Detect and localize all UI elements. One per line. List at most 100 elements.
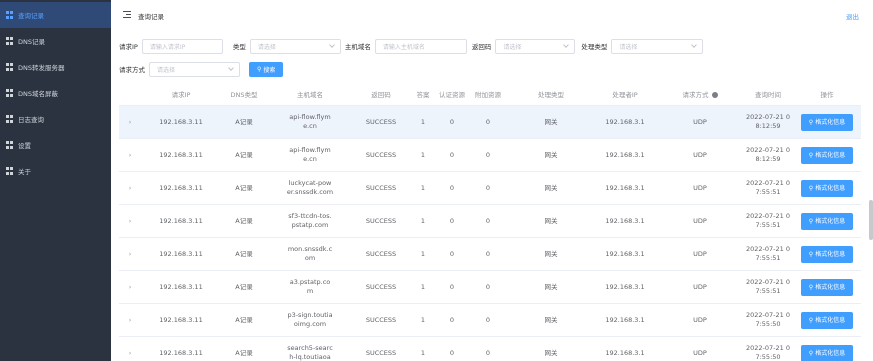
expand-chevron-icon[interactable]: ›	[119, 184, 141, 193]
query-table: 请求IP DNS类型 主机域名 返回码 答案 认证资源 附加资源 处理类型 处理…	[119, 86, 861, 361]
cell-rcode: SUCCESS	[365, 117, 397, 126]
type-select[interactable]: 请选择	[249, 38, 341, 54]
chevron-down-icon	[228, 64, 234, 71]
cell-auth: 0	[449, 315, 455, 324]
cell-time: 2022-07-21 0 8:12:59	[746, 113, 790, 130]
cell-answer: 1	[420, 216, 426, 225]
format-info-button[interactable]: ⚲ 格式化信息	[801, 344, 853, 361]
cell-time: 2022-07-21 0 7:55:51	[746, 212, 790, 229]
cell-proc: 网关	[544, 348, 558, 357]
table-row[interactable]: › 192.168.3.11 A记录 mon.snssdk.c om SUCCESS 1 0 0…	[119, 238, 861, 271]
format-info-button[interactable]: ⚲ 格式化信息	[801, 278, 853, 296]
expand-chevron-icon[interactable]: ›	[119, 283, 141, 292]
cell-host: api-flow.flym e.cn	[289, 146, 331, 163]
page-title: 查询记录	[138, 13, 164, 21]
sidebar-item-dns-records[interactable]: DNS记录	[0, 28, 111, 54]
cell-proc-ip: 192.168.3.1	[605, 348, 645, 357]
sidebar-item-dns-block[interactable]: DNS域名屏蔽	[0, 80, 111, 106]
cell-proc-ip: 192.168.3.1	[605, 117, 645, 126]
host-placeholder: 请输入主机域名	[382, 43, 425, 51]
proc-type-select[interactable]: 请选择	[611, 38, 704, 54]
cell-answer: 1	[420, 150, 426, 159]
table-row[interactable]: › 192.168.3.11 A记录 a3.pstatp.co m SUCCESS 1 0 0 网…	[119, 271, 861, 304]
cell-proc: 网关	[544, 117, 558, 126]
client-ip-placeholder: 请输入请求IP	[149, 43, 186, 51]
cell-proc-ip: 192.168.3.1	[605, 183, 645, 192]
format-info-button[interactable]: ⚲ 格式化信息	[801, 113, 853, 131]
cell-proc-ip: 192.168.3.1	[605, 249, 645, 258]
client-ip-input[interactable]: 请输入请求IP	[141, 38, 223, 54]
search-button[interactable]: ⚲ 搜索	[249, 61, 284, 77]
expand-chevron-icon[interactable]: ›	[119, 217, 141, 226]
rcode-select[interactable]: 请选择	[495, 38, 576, 54]
grid-icon	[6, 141, 14, 149]
menu-fold-icon[interactable]	[123, 11, 131, 18]
cell-auth: 0	[449, 117, 455, 126]
sidebar-item-log-query[interactable]: 日志查询	[0, 106, 111, 132]
cell-proc-ip: 192.168.3.1	[605, 282, 645, 291]
col-header-proc: 处理类型	[538, 91, 564, 99]
logout-link[interactable]: 退出	[846, 11, 859, 21]
cell-rcode: SUCCESS	[365, 282, 397, 291]
format-info-button[interactable]: ⚲ 格式化信息	[801, 212, 853, 230]
cell-type: A记录	[235, 315, 253, 324]
search-icon: ⚲	[808, 118, 814, 126]
type-label: 类型	[232, 43, 246, 51]
proc-type-label: 处理类型	[581, 43, 608, 51]
cell-auth: 0	[449, 183, 455, 192]
expand-chevron-icon[interactable]: ›	[119, 250, 141, 259]
sidebar: 查询记录 DNS记录 DNS转发服务器 DNS域名屏蔽 日志查询 设置 关于	[0, 0, 111, 361]
method-select[interactable]: 请选择	[149, 61, 240, 77]
cell-proc: 网关	[544, 315, 558, 324]
cell-answer: 1	[420, 348, 426, 357]
table-row[interactable]: › 192.168.3.11 A记录 luckycat-pow er.snssdk.co…	[119, 172, 861, 205]
cell-method: UDP	[693, 183, 707, 192]
expand-chevron-icon[interactable]: ›	[119, 349, 141, 358]
table-row[interactable]: › 192.168.3.11 A记录 p3-sign.toutia oimg.com SU…	[119, 304, 861, 337]
format-info-button[interactable]: ⚲ 格式化信息	[801, 146, 853, 164]
grid-icon	[6, 37, 14, 45]
sidebar-item-about[interactable]: 关于	[0, 158, 111, 184]
expand-chevron-icon[interactable]: ›	[119, 151, 141, 160]
cell-ip: 192.168.3.11	[159, 282, 203, 291]
expand-chevron-icon[interactable]: ›	[119, 118, 141, 127]
rcode-placeholder: 请选择	[503, 43, 522, 51]
cell-auth: 0	[449, 249, 455, 258]
cell-type: A记录	[235, 249, 253, 258]
cell-time: 2022-07-21 0 8:12:59	[746, 146, 790, 163]
cell-proc-ip: 192.168.3.1	[605, 216, 645, 225]
main-panel: 查询记录 退出 请求IP 请输入请求IP 类型 请选择 主机域名 请输入主机域名…	[111, 0, 873, 361]
format-info-button[interactable]: ⚲ 格式化信息	[801, 245, 853, 263]
chevron-down-icon	[691, 41, 698, 48]
grid-icon	[6, 11, 14, 19]
search-icon: ⚲	[808, 283, 814, 291]
expand-chevron-icon[interactable]: ›	[119, 316, 141, 325]
cell-ip: 192.168.3.11	[159, 183, 203, 192]
cell-method: UDP	[693, 249, 707, 258]
sidebar-item-dns-forwarders[interactable]: DNS转发服务器	[0, 54, 111, 80]
sidebar-item-label: DNS转发服务器	[18, 64, 65, 72]
sidebar-item-label: 关于	[18, 168, 31, 176]
table-row[interactable]: › 192.168.3.11 A记录 search5-searc h-lq.toutia…	[119, 337, 861, 361]
cell-additional: 0	[485, 249, 491, 258]
grid-icon	[6, 89, 14, 97]
cell-rcode: SUCCESS	[365, 183, 397, 192]
sidebar-item-query-log[interactable]: 查询记录	[0, 2, 111, 28]
format-info-button[interactable]: ⚲ 格式化信息	[801, 311, 853, 329]
table-row[interactable]: › 192.168.3.11 A记录 api-flow.flym e.cn SUCCESS…	[119, 139, 861, 172]
table-row[interactable]: › 192.168.3.11 A记录 sf3-ttcdn-tos. pstatp.com…	[119, 205, 861, 238]
table-row[interactable]: › 192.168.3.11 A记录 api-flow.flym e.cn SUCCESS…	[119, 106, 861, 139]
cell-additional: 0	[485, 216, 491, 225]
cell-host: luckycat-pow er.snssdk.com	[286, 179, 334, 196]
sidebar-item-settings[interactable]: 设置	[0, 132, 111, 158]
cell-rcode: SUCCESS	[365, 249, 397, 258]
cell-host: mon.snssdk.c om	[287, 245, 333, 262]
cell-host: p3-sign.toutia oimg.com	[287, 311, 333, 328]
scrollbar[interactable]	[869, 200, 873, 240]
cell-host: sf3-ttcdn-tos. pstatp.com	[288, 212, 332, 229]
cell-time: 2022-07-21 0 7:55:51	[746, 245, 790, 262]
cell-proc: 网关	[544, 282, 558, 291]
format-info-button[interactable]: ⚲ 格式化信息	[801, 179, 853, 197]
host-input[interactable]: 请输入主机域名	[374, 38, 467, 54]
cell-method: UDP	[693, 150, 707, 159]
